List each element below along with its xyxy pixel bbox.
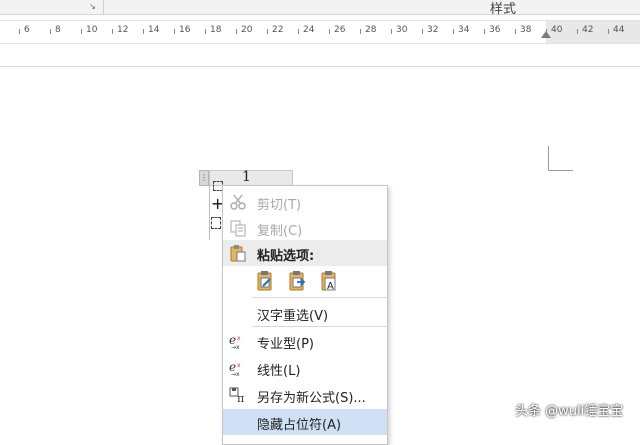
styles-group-label: 样式 (490, 2, 517, 17)
context-menu: 剪切(T) 复制(C) 粘贴选项: A 汉字重选(V) e x →x 专业型(P… (222, 185, 388, 445)
menu-item-label: 专业型(P) (257, 337, 314, 352)
ruler-tick-label: 34 (458, 25, 470, 35)
svg-text:π: π (237, 392, 244, 404)
ruler-tick-label: 28 (365, 25, 377, 35)
dialog-launcher-icon[interactable]: ↘ (88, 2, 97, 11)
paste-options-label: 粘贴选项: (257, 249, 315, 264)
equation-handle[interactable]: ⋮ (199, 170, 209, 186)
ruler-tick (19, 29, 20, 34)
ruler-tick (81, 29, 82, 34)
ruler-tick-label: 6 (24, 25, 30, 35)
ruler-tick (515, 29, 516, 34)
ruler-tick-label: 12 (117, 25, 129, 35)
menu-item-linear[interactable]: e x →x 线性(L) (223, 355, 387, 381)
ribbon-strip: ↘ 样式 (0, 0, 640, 17)
ruler-tick-label: 40 (551, 25, 563, 35)
ruler-tick-label: 26 (334, 25, 346, 35)
ruler-tick-label: 24 (303, 25, 315, 35)
ruler-tick (112, 29, 113, 34)
right-indent-marker[interactable] (541, 31, 551, 38)
ruler-tick (422, 29, 423, 34)
ruler-tick (391, 29, 392, 34)
ruler-tick-label: 18 (210, 25, 222, 35)
ruler-tick-label: 42 (582, 25, 594, 35)
ruler-tick-label: 16 (179, 25, 191, 35)
menu-item-label: 隐藏占位符(A) (257, 418, 342, 433)
ruler-tick (298, 29, 299, 34)
ruler-tick-label: 14 (148, 25, 160, 35)
menu-divider (253, 297, 387, 298)
menu-item-label: 线性(L) (257, 364, 301, 379)
copy-icon (229, 219, 247, 237)
paste-merge-icon[interactable] (287, 270, 309, 292)
ruler-tick-label: 8 (55, 25, 61, 35)
equation-placeholder-bottom[interactable] (211, 217, 221, 229)
ribbon-separator (103, 0, 104, 14)
ruler-tick-label: 44 (613, 25, 625, 35)
svg-text:→x: →x (231, 344, 240, 350)
ruler-tick (143, 29, 144, 34)
menu-item-label: 汉字重选(V) (257, 309, 329, 324)
ruler-tick (236, 29, 237, 34)
ruler-tick (608, 29, 609, 34)
watermark: 头条 @wuli锤宝宝 (515, 404, 624, 419)
svg-text:→x: →x (231, 371, 240, 377)
ruler-tick-label: 22 (272, 25, 284, 35)
paste-text-only-icon[interactable]: A (319, 270, 341, 292)
ruler-tick-label: 38 (520, 25, 532, 35)
menu-item-professional[interactable]: e x →x 专业型(P) (223, 328, 387, 354)
page-margin-corner (548, 146, 573, 171)
svg-text:x: x (237, 362, 241, 369)
menu-item-reconvert[interactable]: 汉字重选(V) (223, 300, 387, 326)
menu-item-save-as-equation[interactable]: π 另存为新公式(S)... (223, 382, 387, 408)
linear-equation-icon: e x →x (229, 359, 247, 378)
ruler-tick (577, 29, 578, 34)
ruler-tick (174, 29, 175, 34)
menu-item-label: 剪切(T) (257, 198, 302, 213)
ruler-tick (484, 29, 485, 34)
paste-options-header: 粘贴选项: (223, 240, 387, 266)
scissors-icon (229, 193, 247, 211)
ruler-tick-label: 30 (396, 25, 408, 35)
ruler-tick (50, 29, 51, 34)
menu-divider (253, 326, 387, 327)
save-as-equation-icon: π (229, 386, 247, 405)
menu-item-label: 另存为新公式(S)... (257, 391, 366, 406)
menu-item-copy[interactable]: 复制(C) (223, 215, 387, 241)
clipboard-paste-icon (229, 244, 247, 266)
menu-item-cut[interactable]: 剪切(T) (223, 189, 387, 215)
ruler-tick (360, 29, 361, 34)
ruler-tick (453, 29, 454, 34)
ruler-tick-label: 10 (86, 25, 98, 35)
menu-item-label: 复制(C) (257, 224, 303, 239)
ruler-tick-label: 32 (427, 25, 439, 35)
ruler-tick (267, 29, 268, 34)
ruler-tick (205, 29, 206, 34)
ruler-tick (329, 29, 330, 34)
paste-keep-source-icon[interactable] (255, 270, 277, 292)
toolbar-bottom-border (0, 66, 640, 67)
ruler-tick-label: 20 (241, 25, 253, 35)
ruler-tick-label: 36 (489, 25, 501, 35)
professional-equation-icon: e x →x (229, 332, 247, 351)
svg-text:x: x (237, 335, 241, 342)
svg-text:A: A (327, 281, 334, 292)
menu-item-hide-placeholder[interactable]: 隐藏占位符(A) (223, 409, 387, 435)
